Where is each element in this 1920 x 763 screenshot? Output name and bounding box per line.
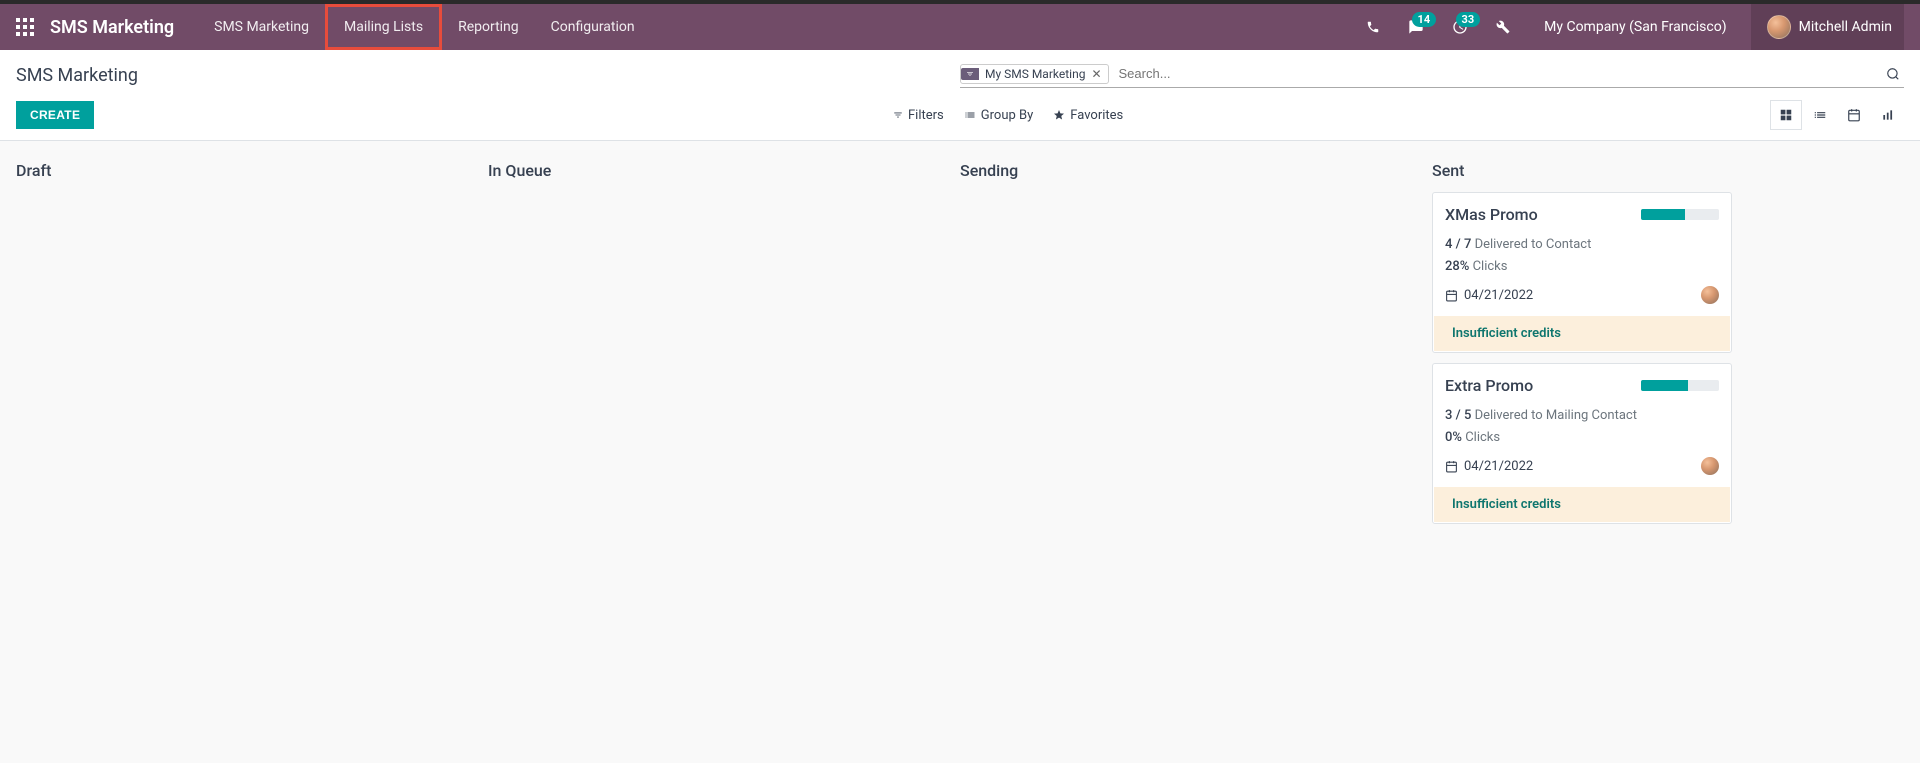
column-header[interactable]: Sending: [960, 153, 1432, 192]
messages-icon[interactable]: 14: [1398, 4, 1434, 50]
clicks-stat: 0% Clicks: [1445, 427, 1719, 449]
date-value: 04/21/2022: [1464, 459, 1533, 474]
search-wrapper[interactable]: My SMS Marketing ✕: [960, 62, 1904, 88]
search-chip: My SMS Marketing ✕: [960, 64, 1109, 84]
user-name: Mitchell Admin: [1799, 19, 1892, 35]
delivered-total: 7: [1464, 237, 1471, 252]
column-in-queue: In Queue: [488, 153, 960, 534]
column-draft: Draft: [16, 153, 488, 534]
chip-close-icon[interactable]: ✕: [1091, 67, 1101, 81]
filter-icon: [961, 68, 979, 80]
card-body: XMas Promo 4 / 7 Delivered to Contact 28…: [1433, 193, 1731, 316]
app-title[interactable]: SMS Marketing: [50, 17, 174, 38]
list-view-button[interactable]: [1804, 100, 1836, 130]
favorites-label: Favorites: [1070, 108, 1123, 123]
card-body: Extra Promo 3 / 5 Delivered to Mailing C…: [1433, 364, 1731, 487]
column-header[interactable]: In Queue: [488, 153, 960, 192]
create-button[interactable]: CREATE: [16, 101, 94, 129]
kanban-card[interactable]: XMas Promo 4 / 7 Delivered to Contact 28…: [1432, 192, 1732, 353]
delivered-label: Delivered to Mailing Contact: [1475, 408, 1637, 423]
navbar-left: SMS Marketing SMS Marketing Mailing List…: [16, 4, 1356, 50]
nav-mailing-lists[interactable]: Mailing Lists: [325, 4, 442, 50]
graph-view-button[interactable]: [1872, 100, 1904, 130]
delivered-total: 5: [1464, 408, 1471, 423]
groupby-label: Group By: [981, 108, 1034, 123]
column-header[interactable]: Draft: [16, 153, 488, 192]
view-switcher: [1770, 100, 1904, 130]
search-chip-label: My SMS Marketing: [985, 67, 1085, 81]
groupby-dropdown[interactable]: Group By: [964, 108, 1034, 123]
progress-bar: [1641, 380, 1719, 391]
page-title: SMS Marketing: [16, 65, 960, 86]
user-avatar: [1767, 15, 1791, 39]
card-date: 04/21/2022: [1445, 288, 1533, 303]
card-title[interactable]: Extra Promo: [1445, 376, 1533, 395]
date-value: 04/21/2022: [1464, 288, 1533, 303]
company-selector[interactable]: My Company (San Francisco): [1528, 19, 1742, 35]
card-header: XMas Promo: [1445, 205, 1719, 224]
card-warning[interactable]: Insufficient credits: [1434, 316, 1730, 351]
clicks-label: Clicks: [1465, 430, 1500, 445]
search-icon[interactable]: [1882, 67, 1904, 81]
clicks-pct: 0%: [1445, 430, 1462, 445]
control-panel-top: SMS Marketing My SMS Marketing ✕: [16, 62, 1904, 88]
kanban-card[interactable]: Extra Promo 3 / 5 Delivered to Mailing C…: [1432, 363, 1732, 524]
activities-badge: 33: [1456, 12, 1481, 27]
column-sending: Sending: [960, 153, 1432, 534]
control-buttons: CREATE: [16, 101, 893, 129]
calendar-icon: [1445, 289, 1458, 302]
control-panel: SMS Marketing My SMS Marketing ✕ CREATE: [0, 50, 1920, 141]
filters-dropdown[interactable]: Filters: [893, 108, 944, 123]
column-header[interactable]: Sent: [1432, 153, 1904, 192]
kanban-view-button[interactable]: [1770, 100, 1802, 130]
card-stats: 3 / 5 Delivered to Mailing Contact 0% Cl…: [1445, 405, 1719, 449]
favorites-dropdown[interactable]: Favorites: [1053, 108, 1123, 123]
main-navbar: SMS Marketing SMS Marketing Mailing List…: [0, 4, 1920, 50]
progress-fill: [1641, 380, 1688, 391]
search-area: My SMS Marketing ✕: [960, 62, 1904, 88]
kanban-board: Draft In Queue Sending Sent XMas Promo 4…: [0, 141, 1920, 546]
card-warning[interactable]: Insufficient credits: [1434, 487, 1730, 522]
search-input[interactable]: [1115, 62, 1882, 85]
card-footer: 04/21/2022: [1445, 457, 1719, 475]
progress-bar: [1641, 209, 1719, 220]
apps-icon[interactable]: [16, 18, 34, 36]
nav-configuration[interactable]: Configuration: [535, 4, 651, 50]
filters-label: Filters: [908, 108, 944, 123]
clicks-pct: 28%: [1445, 259, 1469, 274]
navbar-right: 14 33 My Company (San Francisco) Mitchel…: [1356, 4, 1904, 50]
search-options: Filters Group By Favorites: [893, 108, 1770, 123]
messages-badge: 14: [1412, 12, 1437, 27]
card-title[interactable]: XMas Promo: [1445, 205, 1538, 224]
clicks-label: Clicks: [1473, 259, 1508, 274]
card-footer: 04/21/2022: [1445, 286, 1719, 304]
debug-icon[interactable]: [1486, 4, 1520, 50]
calendar-icon: [1445, 460, 1458, 473]
delivered-stat: 4 / 7 Delivered to Contact: [1445, 234, 1719, 256]
card-header: Extra Promo: [1445, 376, 1719, 395]
calendar-view-button[interactable]: [1838, 100, 1870, 130]
card-stats: 4 / 7 Delivered to Contact 28% Clicks: [1445, 234, 1719, 278]
assignee-avatar[interactable]: [1701, 457, 1719, 475]
card-date: 04/21/2022: [1445, 459, 1533, 474]
user-menu[interactable]: Mitchell Admin: [1751, 4, 1904, 50]
breadcrumb: SMS Marketing: [16, 65, 960, 86]
nav-sms-marketing[interactable]: SMS Marketing: [198, 4, 325, 50]
delivered-label: Delivered to Contact: [1475, 237, 1592, 252]
phone-icon[interactable]: [1356, 4, 1390, 50]
nav-reporting[interactable]: Reporting: [442, 4, 535, 50]
activities-icon[interactable]: 33: [1442, 4, 1478, 50]
clicks-stat: 28% Clicks: [1445, 256, 1719, 278]
assignee-avatar[interactable]: [1701, 286, 1719, 304]
control-panel-bottom: CREATE Filters Group By Favorites: [16, 100, 1904, 140]
progress-fill: [1641, 209, 1685, 220]
delivered-stat: 3 / 5 Delivered to Mailing Contact: [1445, 405, 1719, 427]
column-sent: Sent XMas Promo 4 / 7 Delivered to Conta…: [1432, 153, 1904, 534]
